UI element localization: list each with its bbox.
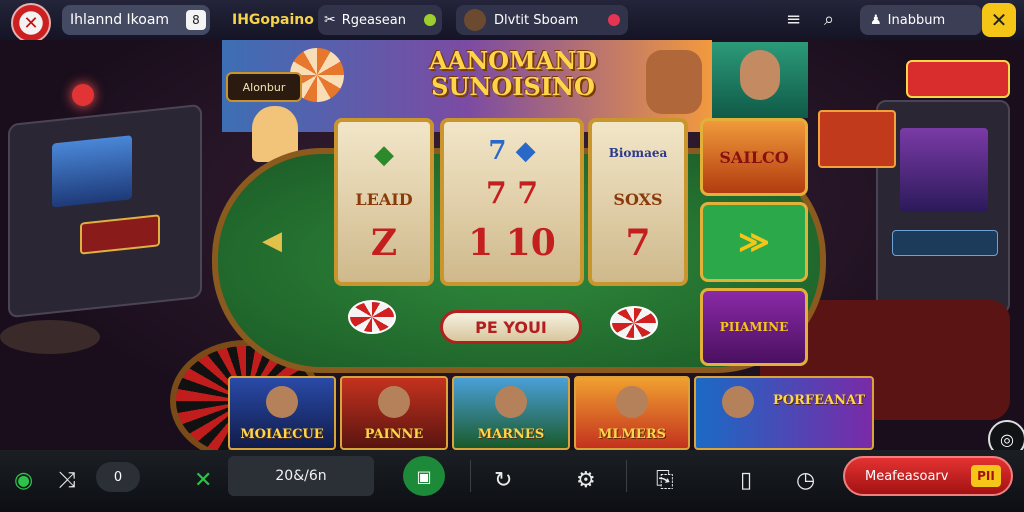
tab-account-label: Ihlannd Ikoam (70, 12, 170, 28)
tile-character (495, 386, 527, 418)
deposit-label: Meafeasoarv (865, 468, 949, 484)
arcade-machine-right (876, 100, 1010, 314)
tab-player[interactable]: Dlvtit Sboam (456, 5, 628, 35)
reel-symbol-bottom: 7 (625, 222, 651, 264)
counter-value: 0 (113, 469, 123, 485)
game-tile[interactable]: PORFEANAT (694, 376, 874, 450)
reel-symbol-top: 7 ◆ (488, 136, 536, 166)
tab-rewards-label: Rgeasean (341, 12, 406, 28)
game-stage: AANOMAND SUNOISINO Alonbur ◀ ◆ LEAID Z 7… (0, 40, 1024, 450)
zoom-button[interactable]: ◎ (988, 420, 1024, 450)
tab-casino[interactable]: IHGopaino (226, 5, 320, 35)
mascot-portrait (646, 50, 702, 114)
tile-character (266, 386, 298, 418)
side-card-label: SAILCO (719, 147, 789, 167)
game-tile-label: MARNES (477, 427, 545, 442)
side-card-3[interactable]: PIIAMINE (700, 288, 808, 366)
play-icon: ▣ (416, 466, 432, 486)
game-tile-label: PORFEANAT (772, 393, 866, 408)
reel-symbol-middle: 7 7 (485, 176, 539, 211)
game-tile[interactable]: PAINNE (340, 376, 448, 450)
tab-player-label: Dlvtit Sboam (494, 12, 579, 28)
game-tile[interactable]: MLMERS (574, 376, 690, 450)
arcade-panel (892, 230, 998, 256)
gift-icon[interactable]: ⎘ (656, 468, 674, 493)
reel-symbol-top: Biomaea (608, 146, 668, 160)
casino-logo-icon[interactable]: ✕ (11, 3, 51, 43)
shuffle-icon[interactable]: ⤨ (58, 468, 76, 493)
tab-casino-label: IHGopaino (232, 12, 314, 28)
cross-swords-icon[interactable]: ✕ (194, 468, 212, 493)
game-tile-label: MOIAECUE (240, 427, 324, 442)
reel-symbol-bottom: Z (370, 222, 398, 264)
tab-account-badge: 8 (186, 10, 206, 30)
side-card-label: ≫ (738, 224, 770, 260)
side-card-label: PIIAMINE (719, 320, 789, 334)
search-icon[interactable]: ⌕ (824, 9, 834, 30)
notification-dot-icon (608, 14, 620, 26)
game-title: AANOMAND SUNOISINO (428, 46, 598, 101)
divider (470, 460, 471, 492)
face (740, 50, 780, 100)
close-button[interactable]: ✕ (982, 3, 1016, 37)
sign-text: Alonbur (242, 80, 286, 94)
reel-symbol-bottom: 1 10 (468, 222, 556, 264)
divider (626, 460, 627, 492)
sign-plate: Alonbur (226, 72, 302, 102)
arcade-screen (52, 135, 132, 208)
zoom-icon: ◎ (1000, 429, 1014, 449)
tile-character (378, 386, 410, 418)
play-button[interactable]: ▣ (403, 456, 445, 496)
tile-character (722, 386, 755, 418)
phone-icon[interactable]: ▯ (740, 468, 752, 493)
game-tile[interactable]: MARNES (452, 376, 570, 450)
spin-label: PE YOUI (475, 317, 547, 337)
profile-label: Inabbum (887, 12, 946, 28)
top-bar: ✕ Ihlannd Ikoam 8 IHGopaino ✂ Rgeasean D… (0, 0, 1024, 43)
reel-3: Biomaea SOXS 7 (588, 118, 688, 286)
tab-account[interactable]: Ihlannd Ikoam 8 (62, 5, 210, 35)
deposit-button[interactable]: Meafeasoarv PII (843, 456, 1013, 496)
chip-icon (348, 300, 396, 334)
reel-symbol-middle: SOXS (613, 190, 663, 209)
arrow-left-icon[interactable]: ◀ (262, 226, 282, 256)
reel-symbol-top: ◆ (374, 140, 394, 170)
siren-light-icon (72, 84, 94, 106)
refresh-icon[interactable]: ↻ (494, 468, 512, 493)
player-portrait-card (712, 42, 808, 118)
tab-rewards[interactable]: ✂ Rgeasean (318, 5, 442, 35)
tile-character (616, 386, 648, 418)
chip-icon (610, 306, 658, 340)
close-icon: ✕ (990, 8, 1008, 32)
neon-sign (906, 60, 1010, 98)
arcade-screen (900, 128, 988, 212)
side-card-1[interactable]: SAILCO (700, 118, 808, 196)
reel-1: ◆ LEAID Z (334, 118, 434, 286)
link-icon: ✂ (324, 12, 336, 28)
arcade-machine-left (8, 103, 202, 319)
counter-pill: 0 (96, 462, 140, 492)
bet-field[interactable]: 20&/6n (228, 456, 374, 496)
settings-icon[interactable]: ⚙ (576, 468, 596, 493)
bar-stool (0, 320, 100, 354)
spin-button[interactable]: PE YOUI (440, 310, 582, 344)
game-tile-label: PAINNE (364, 427, 424, 442)
game-tile-label: MLMERS (597, 427, 667, 442)
status-dot-icon (424, 14, 436, 26)
menu-icon[interactable]: ≡ (786, 9, 801, 30)
clock-icon[interactable]: ◷ (796, 468, 815, 493)
target-icon[interactable]: ◉ (14, 468, 33, 493)
profile-button[interactable]: ♟ Inabbum (860, 5, 982, 35)
game-tile[interactable]: MOIAECUE (228, 376, 336, 450)
deposit-badge: PII (971, 465, 1001, 487)
reel-2: 7 ◆ 7 7 1 10 (440, 118, 584, 286)
wall-poster (818, 110, 896, 168)
reel-symbol-middle: LEAID (355, 190, 413, 209)
user-icon: ♟ (870, 12, 882, 28)
arcade-panel (80, 214, 160, 255)
player-avatar (464, 9, 486, 31)
side-card-2[interactable]: ≫ (700, 202, 808, 282)
bet-value: 20&/6n (275, 468, 327, 484)
